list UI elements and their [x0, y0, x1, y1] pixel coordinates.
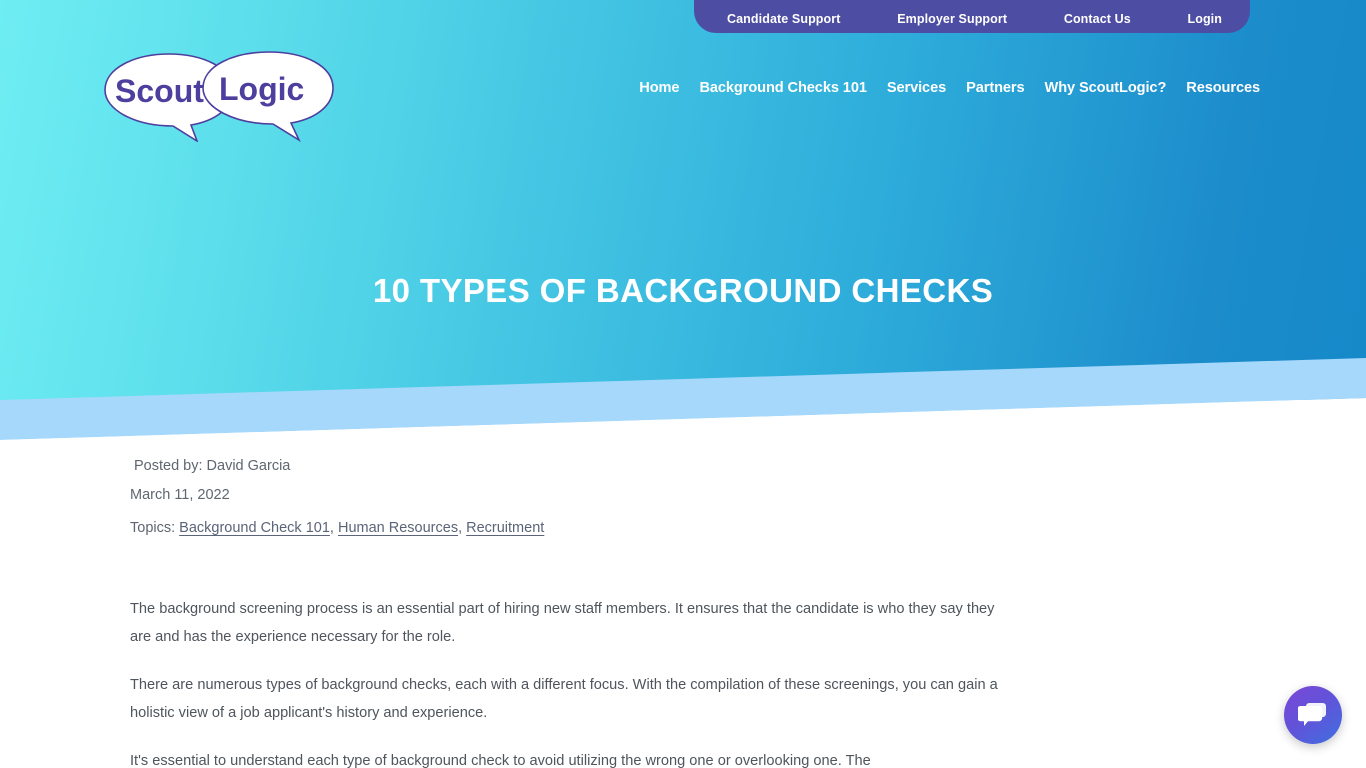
nav-link-why-scoutlogic[interactable]: Why ScoutLogic?	[1035, 80, 1177, 96]
post-paragraph: It's essential to understand each type o…	[130, 753, 871, 768]
nav-link-services[interactable]: Services	[877, 80, 956, 96]
topbar-link-candidate-support[interactable]: Candidate Support	[727, 12, 841, 26]
chat-bubbles-icon	[1298, 701, 1328, 729]
topic-sep-1: ,	[329, 520, 338, 536]
nav-link-resources[interactable]: Resources	[1176, 80, 1270, 96]
post-body: The background screening process is an e…	[130, 595, 1030, 768]
nav-link-home[interactable]: Home	[629, 80, 689, 96]
topic-link-recruitment[interactable]: Recruitment	[466, 520, 544, 536]
topics-label: Topics:	[130, 520, 176, 536]
nav-link-partners[interactable]: Partners	[956, 80, 1034, 96]
page-root: Candidate Support Employer Support Conta…	[0, 0, 1366, 768]
topbar-link-contact-us[interactable]: Contact Us	[1064, 12, 1131, 26]
main-navigation: Home Background Checks 101 Services Part…	[629, 80, 1270, 96]
post-author: Posted by: David Garcia	[134, 458, 291, 474]
topic-sep-2: ,	[458, 520, 467, 536]
post-date: March 11, 2022	[130, 487, 230, 503]
post-topics: Topics: Background Check 101, Human Reso…	[130, 514, 1030, 543]
topbar-link-login[interactable]: Login	[1187, 12, 1222, 26]
site-logo[interactable]: Scout Logic	[97, 48, 339, 142]
topbar-link-employer-support[interactable]: Employer Support	[897, 12, 1007, 26]
post-paragraph: There are numerous types of background c…	[130, 677, 998, 721]
logo-text-scout: Scout	[115, 73, 204, 109]
nav-link-background-checks-101[interactable]: Background Checks 101	[689, 80, 876, 96]
chat-widget-button[interactable]	[1284, 686, 1342, 744]
utility-topbar: Candidate Support Employer Support Conta…	[694, 0, 1250, 33]
topic-link-human-resources[interactable]: Human Resources	[338, 520, 458, 536]
topic-link-background-check-101[interactable]: Background Check 101	[179, 520, 330, 536]
logo-text-logic: Logic	[219, 71, 304, 107]
post-paragraph: The background screening process is an e…	[130, 601, 995, 645]
page-title: 10 TYPES OF BACKGROUND CHECKS	[372, 272, 994, 309]
article-content: Posted by: David Garcia March 11, 2022 T…	[130, 452, 1030, 768]
